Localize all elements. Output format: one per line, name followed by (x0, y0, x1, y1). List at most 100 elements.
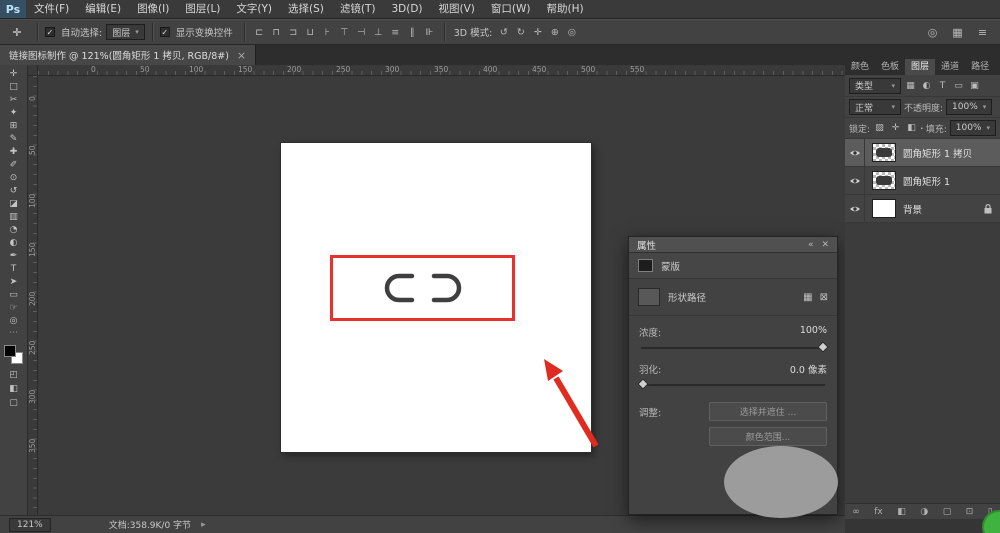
align-icon[interactable]: ⊐ (286, 27, 301, 38)
menu-item[interactable]: 编辑(E) (77, 0, 129, 18)
tab-color[interactable]: 颜色 (845, 59, 875, 75)
density-knob[interactable] (817, 341, 828, 352)
zoom-level-field[interactable]: 121% (9, 518, 51, 532)
more-tools-icon[interactable]: ⋯ (9, 328, 18, 340)
foreground-color-swatch[interactable] (4, 345, 16, 357)
layer-row[interactable]: 圆角矩形 1 拷贝 (845, 139, 1000, 167)
tool-icon[interactable]: ☞ (0, 302, 27, 315)
lock-option-icon[interactable]: ✛ (889, 123, 902, 133)
tool-icon[interactable]: T (0, 263, 27, 276)
move-tool-icon[interactable]: ✛ (4, 26, 30, 39)
filter-type-icon[interactable]: T (936, 81, 949, 91)
visibility-toggle[interactable] (845, 195, 865, 222)
visibility-toggle[interactable] (845, 167, 865, 194)
align-icon[interactable]: ⊥ (371, 27, 386, 38)
lock-option-icon[interactable]: ◧ (905, 123, 918, 133)
tool-icon[interactable]: ⊙ (0, 172, 27, 185)
filter-type-icon[interactable]: ▣ (968, 81, 981, 91)
fill-dropdown[interactable]: 100% ▾ (950, 120, 996, 136)
tool-icon[interactable]: ◪ (0, 198, 27, 211)
menu-item[interactable]: 滤镜(T) (332, 0, 384, 18)
layers-footer-icon[interactable]: fx (874, 507, 883, 517)
layers-footer-icon[interactable]: ◑ (920, 507, 928, 517)
tool-icon[interactable]: ✎ (0, 133, 27, 146)
tool-icon[interactable]: ▥ (0, 211, 27, 224)
density-slider[interactable] (641, 347, 825, 349)
tool-icon[interactable]: ◐ (0, 237, 27, 250)
filter-type-icon[interactable]: ◐ (920, 81, 933, 91)
lock-option-icon[interactable]: ▨ (873, 123, 886, 133)
3d-mode-icon[interactable]: ↻ (513, 27, 528, 38)
auto-select-checkbox[interactable]: ✓ (45, 27, 55, 37)
align-icon[interactable]: ⊏ (252, 27, 267, 38)
3d-mode-icon[interactable]: ✛ (530, 27, 545, 38)
menu-item[interactable]: 视图(V) (431, 0, 483, 18)
path-action-icon[interactable]: ▦ (803, 292, 812, 303)
collapse-icon[interactable]: « (808, 240, 814, 250)
menu-item[interactable]: 文字(Y) (228, 0, 280, 18)
tool-icon[interactable]: ✛ (0, 68, 27, 81)
align-icon[interactable]: ⊣ (354, 27, 369, 38)
workspace-icon[interactable]: ▦ (950, 26, 965, 39)
3d-mode-icon[interactable]: ◎ (564, 27, 579, 38)
layer-row[interactable]: 圆角矩形 1 (845, 167, 1000, 195)
density-value[interactable]: 100% (800, 325, 827, 339)
close-icon[interactable]: ✕ (821, 240, 829, 250)
layer-thumbnail[interactable] (872, 199, 896, 218)
layer-name[interactable]: 圆角矩形 1 拷贝 (903, 146, 972, 160)
menu-item[interactable]: 文件(F) (26, 0, 77, 18)
layer-row[interactable]: 背景 (845, 195, 1000, 223)
menu-item[interactable]: 图像(I) (129, 0, 177, 18)
tool-icon[interactable]: ✒ (0, 250, 27, 263)
3d-mode-icon[interactable]: ⊕ (547, 27, 562, 38)
color-range-button[interactable]: 颜色范围... (709, 427, 827, 446)
menu-item[interactable]: 窗口(W) (483, 0, 539, 18)
document-tab[interactable]: 链接图标制作 @ 121%(圆角矩形 1 拷贝, RGB/8#) × (0, 45, 256, 65)
tab-layers[interactable]: 图层 (905, 59, 935, 75)
tool-icon[interactable]: ↺ (0, 185, 27, 198)
layer-name[interactable]: 圆角矩形 1 (903, 174, 950, 188)
opacity-dropdown[interactable]: 100% ▾ (946, 99, 992, 115)
layers-footer-icon[interactable]: ⊡ (966, 507, 974, 517)
properties-header[interactable]: 属性 « ✕ (629, 237, 837, 253)
layer-filter-dropdown[interactable]: 类型 ▾ (849, 78, 901, 94)
feather-slider[interactable] (641, 384, 825, 386)
align-icon[interactable]: ⊦ (320, 27, 335, 38)
tool-icon[interactable]: ▭ (0, 289, 27, 302)
workspace-icon[interactable]: ◎ (925, 26, 940, 39)
align-icon[interactable]: ⊤ (337, 27, 352, 38)
layers-footer-icon[interactable]: ◧ (897, 507, 906, 517)
screen-mode-icon[interactable]: ▢ (0, 396, 27, 410)
screen-mode-icon[interactable]: ◧ (0, 382, 27, 396)
filter-type-icon[interactable]: ▦ (904, 81, 917, 91)
menu-item[interactable]: 3D(D) (383, 0, 430, 18)
tab-swatches[interactable]: 色板 (875, 59, 905, 75)
workspace-icon[interactable]: ≡ (975, 26, 990, 39)
tool-icon[interactable]: ◔ (0, 224, 27, 237)
tool-icon[interactable]: ➤ (0, 276, 27, 289)
blend-mode-dropdown[interactable]: 正常 ▾ (849, 99, 901, 115)
layer-name[interactable]: 背景 (903, 202, 922, 216)
tool-icon[interactable]: ✂ (0, 94, 27, 107)
menu-item[interactable]: 选择(S) (280, 0, 332, 18)
menu-item[interactable]: 帮助(H) (539, 0, 592, 18)
show-transform-checkbox[interactable]: ✓ (160, 27, 170, 37)
feather-value[interactable]: 0.0 像素 (790, 362, 827, 376)
layer-thumbnail[interactable] (872, 171, 896, 190)
filter-type-icon[interactable]: ▭ (952, 81, 965, 91)
feather-knob[interactable] (637, 378, 648, 389)
layers-footer-icon[interactable]: ∞ (852, 507, 860, 517)
screen-mode-icon[interactable]: ◰ (0, 368, 27, 382)
tool-icon[interactable]: ✦ (0, 107, 27, 120)
tool-icon[interactable]: □ (0, 81, 27, 94)
menu-item[interactable]: 图层(L) (177, 0, 228, 18)
align-icon[interactable]: ∥ (405, 27, 420, 38)
path-action-icon[interactable]: ⊠ (820, 292, 828, 303)
status-chevron-icon[interactable]: ▸ (201, 520, 206, 530)
align-icon[interactable]: ⊪ (422, 27, 437, 38)
tab-paths[interactable]: 路径 (965, 59, 995, 75)
lock-icon[interactable] (921, 123, 923, 133)
auto-select-scope-dropdown[interactable]: 图层 ▾ (106, 24, 145, 40)
tool-icon[interactable]: ⊞ (0, 120, 27, 133)
tab-channels[interactable]: 通道 (935, 59, 965, 75)
